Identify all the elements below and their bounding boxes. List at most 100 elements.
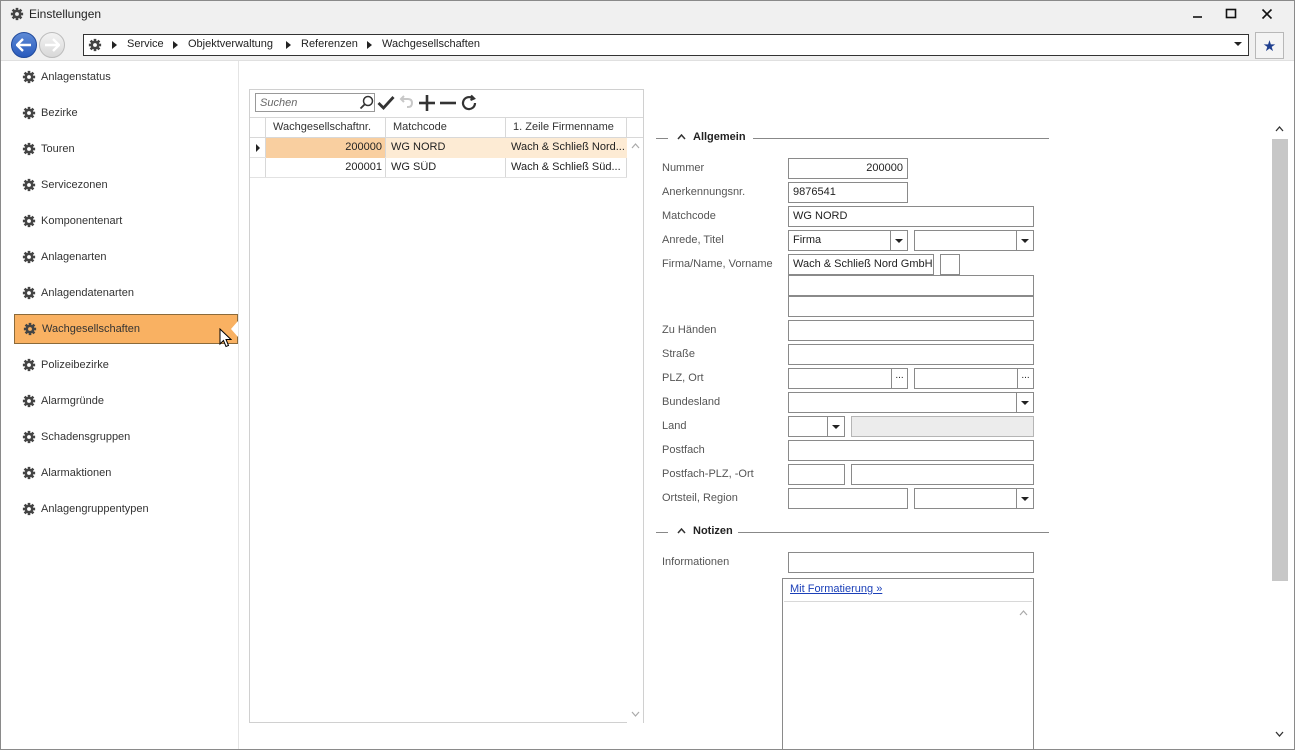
breadcrumb-item-wachgesellschaften[interactable]: Wachgesellschaften xyxy=(382,38,480,50)
chevron-down-icon[interactable] xyxy=(631,711,640,717)
chevron-up-icon[interactable] xyxy=(677,134,686,140)
chevron-up-icon[interactable] xyxy=(677,528,686,534)
sidebar-item-anlagendatenarten[interactable]: Anlagendatenarten xyxy=(14,278,238,308)
chevron-down-icon[interactable] xyxy=(1016,489,1033,508)
search-box[interactable] xyxy=(255,93,375,112)
sidebar-item-servicezonen[interactable]: Servicezonen xyxy=(14,170,238,200)
maximize-icon xyxy=(1225,8,1237,19)
column-header-firmenname[interactable]: 1. Zeile Firmenname xyxy=(513,121,614,133)
add-button[interactable] xyxy=(417,93,437,113)
firma-line3-field[interactable] xyxy=(788,296,1034,317)
bundesland-select[interactable] xyxy=(788,392,1034,413)
gear-icon xyxy=(23,322,37,336)
postfach-ort-field[interactable] xyxy=(851,464,1034,485)
grid-scrollbar[interactable] xyxy=(627,139,643,723)
zuhaenden-field[interactable] xyxy=(788,320,1034,341)
informationen-field[interactable] xyxy=(788,552,1034,573)
postfach-plz-field[interactable] xyxy=(788,464,845,485)
chevron-down-icon[interactable] xyxy=(1016,393,1033,412)
arrow-left-icon xyxy=(16,38,31,52)
caret-right-icon xyxy=(256,144,260,152)
chevron-up-icon[interactable] xyxy=(1019,610,1028,616)
firma-line2-field[interactable] xyxy=(788,275,1034,296)
formatting-link[interactable]: Mit Formatierung » xyxy=(790,583,882,595)
scrollbar-thumb[interactable] xyxy=(1272,139,1288,581)
firma-option-box[interactable] xyxy=(940,254,960,275)
gear-icon xyxy=(22,286,36,300)
breadcrumb-item-referenzen[interactable]: Referenzen xyxy=(301,38,358,50)
sidebar-item-touren[interactable]: Touren xyxy=(14,134,238,164)
plz-field[interactable]: ... xyxy=(788,368,908,389)
search-icon[interactable] xyxy=(359,95,374,110)
section-header-allgemein[interactable]: Allgemein xyxy=(656,130,1049,146)
sidebar-item-anlagengruppentypen[interactable]: Anlagengruppentypen xyxy=(14,494,238,524)
sidebar-item-bezirke[interactable]: Bezirke xyxy=(14,98,238,128)
chevron-down-icon[interactable] xyxy=(827,417,844,436)
chevron-up-icon[interactable] xyxy=(631,143,640,149)
chevron-down-icon[interactable] xyxy=(1234,42,1242,46)
nummer-field[interactable]: 200000 xyxy=(788,158,908,179)
records-grid-panel: Wachgesellschaftnr. Matchcode 1. Zeile F… xyxy=(249,89,644,723)
titel-select[interactable] xyxy=(914,230,1034,251)
column-header-matchcode[interactable]: Matchcode xyxy=(393,121,447,133)
breadcrumb-item-objektverwaltung[interactable]: Objektverwaltung xyxy=(188,38,273,50)
close-button[interactable] xyxy=(1250,1,1284,27)
remove-button[interactable] xyxy=(438,93,458,113)
minimize-button[interactable] xyxy=(1181,1,1215,27)
chevron-down-icon[interactable] xyxy=(890,231,907,250)
sidebar-item-polizeibezirke[interactable]: Polizeibezirke xyxy=(14,350,238,380)
section-header-notizen[interactable]: Notizen xyxy=(656,524,1049,540)
back-button[interactable] xyxy=(11,32,37,58)
rich-text-editor[interactable]: Mit Formatierung » xyxy=(782,578,1034,749)
sidebar-item-anlagenstatus[interactable]: Anlagenstatus xyxy=(14,62,238,92)
sidebar-item-komponentenart[interactable]: Komponentenart xyxy=(14,206,238,236)
matchcode-field[interactable]: WG NORD xyxy=(788,206,1034,227)
chevron-up-icon[interactable] xyxy=(1275,126,1284,132)
divider xyxy=(656,532,668,533)
favorite-button[interactable]: ★ xyxy=(1255,32,1284,59)
sidebar-item-label: Polizeibezirke xyxy=(41,359,109,371)
search-input[interactable] xyxy=(256,94,356,111)
maximize-button[interactable] xyxy=(1214,1,1248,27)
divider xyxy=(738,532,1049,533)
sidebar-item-alarmaktionen[interactable]: Alarmaktionen xyxy=(14,458,238,488)
gear-icon xyxy=(88,38,102,52)
strasse-field[interactable] xyxy=(788,344,1034,365)
refresh-button[interactable] xyxy=(459,93,479,113)
arrow-right-icon xyxy=(45,38,60,52)
table-row[interactable]: 200000 WG NORD Wach & Schließ Nord... xyxy=(250,138,627,158)
sidebar-item-wachgesellschaften[interactable]: Wachgesellschaften xyxy=(14,314,238,344)
region-select[interactable] xyxy=(914,488,1034,509)
cell-firma: Wach & Schließ Nord... xyxy=(511,141,625,153)
sidebar-item-label: Anlagengruppentypen xyxy=(41,503,149,515)
sidebar-item-label: Alarmaktionen xyxy=(41,467,112,479)
postfach-field[interactable] xyxy=(788,440,1034,461)
label-matchcode: Matchcode xyxy=(662,210,716,222)
chevron-down-icon[interactable] xyxy=(1275,731,1284,737)
gear-icon xyxy=(22,502,36,516)
firma-field[interactable]: Wach & Schließ Nord GmbH xyxy=(788,254,934,275)
anerkennung-field[interactable]: 9876541 xyxy=(788,182,908,203)
ort-field[interactable]: ... xyxy=(914,368,1034,389)
anrede-value: Firma xyxy=(793,234,822,246)
chevron-right-icon xyxy=(286,41,291,49)
undo-button[interactable] xyxy=(396,93,416,113)
breadcrumb[interactable]: Service Objektverwaltung Referenzen Wach… xyxy=(83,34,1249,56)
breadcrumb-item-service[interactable]: Service xyxy=(127,38,164,50)
ortsteil-field[interactable] xyxy=(788,488,908,509)
ort-lookup-button[interactable]: ... xyxy=(1017,369,1033,388)
gear-icon xyxy=(22,70,36,84)
chevron-down-icon[interactable] xyxy=(1016,231,1033,250)
close-icon xyxy=(1261,8,1273,20)
column-header-nr[interactable]: Wachgesellschaftnr. xyxy=(273,121,371,133)
forward-button[interactable] xyxy=(39,32,65,58)
sidebar-item-anlagenarten[interactable]: Anlagenarten xyxy=(14,242,238,272)
sidebar-item-schadensgruppen[interactable]: Schadensgruppen xyxy=(14,422,238,452)
save-check-button[interactable] xyxy=(376,93,396,113)
plz-lookup-button[interactable]: ... xyxy=(891,369,907,388)
sidebar-item-alarmgründe[interactable]: Alarmgründe xyxy=(14,386,238,416)
table-row[interactable]: 200001 WG SÜD Wach & Schließ Süd... xyxy=(250,158,627,178)
land-select[interactable] xyxy=(788,416,845,437)
anrede-select[interactable]: Firma xyxy=(788,230,908,251)
sidebar-item-label: Anlagenarten xyxy=(41,251,107,263)
